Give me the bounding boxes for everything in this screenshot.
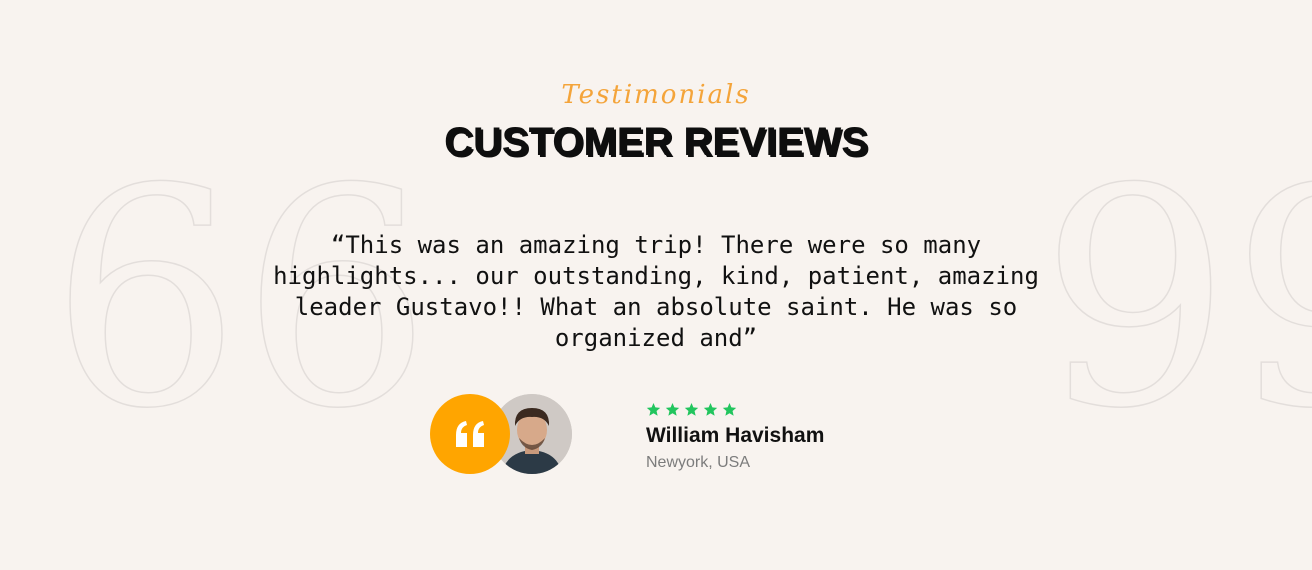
star-icon xyxy=(703,402,718,416)
star-icon xyxy=(665,402,680,416)
author-location: Newyork, USA xyxy=(646,454,751,471)
testimonials-section: Testimonials CUSTOMER REVIEWS 66 99 “Thi… xyxy=(0,0,1312,570)
quote-icon xyxy=(430,394,510,474)
star-icon xyxy=(722,402,737,416)
review-author: William Havisham Newyork, USA xyxy=(430,394,890,476)
rating-stars xyxy=(646,402,737,417)
star-icon xyxy=(646,402,661,416)
star-icon xyxy=(684,402,699,416)
author-name: William Havisham xyxy=(646,424,825,447)
review-text: “This was an amazing trip! There were so… xyxy=(273,231,1039,352)
section-eyebrow: Testimonials xyxy=(561,80,751,110)
